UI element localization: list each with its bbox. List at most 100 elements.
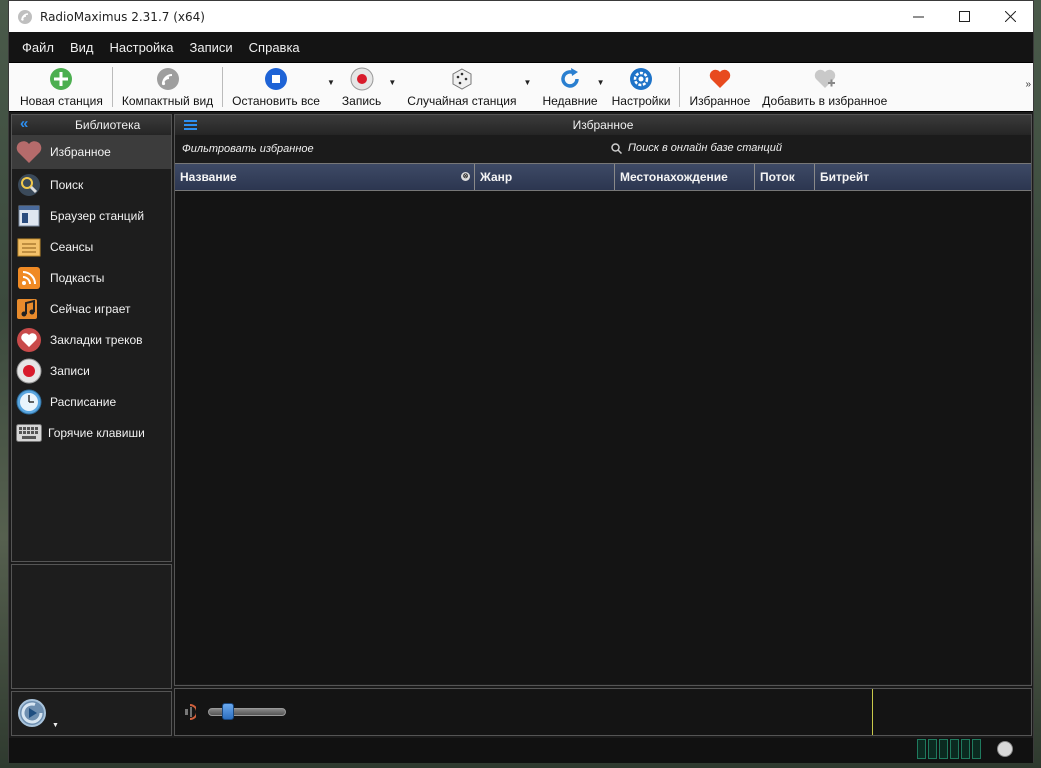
heart-add-icon <box>814 69 835 88</box>
sort-indicator-icon[interactable]: ⊗ <box>461 172 470 181</box>
column-location[interactable]: Местонахождение <box>615 164 755 190</box>
column-name[interactable]: Название ⊗ <box>175 164 475 190</box>
collapse-sidebar-button[interactable]: « <box>20 115 28 132</box>
sidebar-item-label: Поиск <box>50 177 84 192</box>
vu-meter <box>917 739 983 759</box>
column-bitrate[interactable]: Битрейт <box>815 164 1031 190</box>
toolbar: Новая станция Компактный вид Остановить … <box>9 62 1033 112</box>
play-icon <box>18 699 46 727</box>
column-header-label: Местонахождение <box>620 170 728 184</box>
sidebar-item-label: Расписание <box>50 394 117 409</box>
sidebar-item-track-bookmarks[interactable]: Закладки треков <box>12 324 171 355</box>
compact-view-label: Компактный вид <box>121 94 214 108</box>
stop-icon <box>265 68 288 90</box>
settings-button[interactable]: Настройки <box>606 63 677 111</box>
vu-meter-segment <box>917 739 926 759</box>
sidebar-item-records[interactable]: Записи <box>12 355 171 386</box>
library-sidebar: « Библиотека Избранное Поиск Браузер ста… <box>11 114 172 562</box>
menu-settings[interactable]: Настройка <box>102 40 182 55</box>
stop-all-button[interactable]: Остановить все <box>226 63 326 111</box>
random-station-dropdown[interactable]: ▼ <box>522 63 532 111</box>
sidebar-title: Библиотека <box>75 118 141 132</box>
keyboard-icon <box>16 423 42 442</box>
main-area: « Библиотека Избранное Поиск Браузер ста… <box>9 114 1033 763</box>
volume-slider-track[interactable] <box>208 708 286 716</box>
stop-all-dropdown[interactable]: ▼ <box>326 63 336 111</box>
search-online-input[interactable]: Поиск в онлайн базе станций <box>611 142 782 154</box>
filter-favorites-input[interactable]: Фильтровать избранное <box>182 143 314 155</box>
toolbar-divider <box>679 67 681 107</box>
chevron-down-icon: ▼ <box>523 77 532 87</box>
volume-icon[interactable] <box>184 704 196 720</box>
maximize-icon <box>958 11 970 22</box>
status-clock-icon[interactable] <box>997 741 1013 757</box>
volume-slider-handle[interactable] <box>222 703 234 720</box>
compact-view-button[interactable]: Компактный вид <box>116 63 219 111</box>
add-to-favorites-label: Добавить в избранное <box>762 94 888 108</box>
close-icon <box>1004 11 1016 22</box>
column-header-label: Название <box>180 170 237 184</box>
record-button[interactable]: Запись <box>336 63 387 111</box>
sidebar-item-station-browser[interactable]: Браузер станций <box>12 200 171 231</box>
toolbar-overflow-button[interactable]: » <box>1025 79 1031 90</box>
sidebar-item-label: Избранное <box>50 145 111 159</box>
menu-records[interactable]: Записи <box>182 40 241 55</box>
search-online-label: Поиск в онлайн базе станций <box>628 142 782 154</box>
record-dropdown[interactable]: ▼ <box>387 63 397 111</box>
hamburger-menu-icon[interactable] <box>184 120 197 132</box>
record-label: Запись <box>341 94 382 108</box>
minimize-button[interactable] <box>895 1 941 32</box>
column-header-label: Поток <box>760 170 795 184</box>
favorites-label: Избранное <box>689 94 751 108</box>
sidebar-item-hotkeys[interactable]: Горячие клавиши <box>12 417 171 448</box>
sessions-icon <box>17 238 41 256</box>
maximize-button[interactable] <box>941 1 987 32</box>
heart-icon <box>16 141 42 163</box>
column-genre[interactable]: Жанр <box>475 164 615 190</box>
sidebar-item-label: Сейчас играет <box>50 301 131 316</box>
sidebar-item-schedule[interactable]: Расписание <box>12 386 171 417</box>
sidebar-item-label: Закладки треков <box>50 332 143 347</box>
add-to-favorites-button[interactable]: Добавить в избранное <box>756 63 893 111</box>
visualizer-divider <box>872 689 873 735</box>
recent-button[interactable]: Недавние <box>536 63 603 111</box>
app-logo-icon <box>18 9 32 24</box>
bookmark-heart-icon <box>17 327 41 352</box>
radio-wave-icon <box>156 68 179 90</box>
new-station-button[interactable]: Новая станция <box>14 63 109 111</box>
chevron-down-icon: ▼ <box>388 77 397 87</box>
magnifier-icon <box>18 173 40 196</box>
gear-icon <box>630 68 653 90</box>
favorites-table-body[interactable] <box>175 191 1031 684</box>
vu-meter-segment <box>950 739 959 759</box>
menu-view[interactable]: Вид <box>62 40 102 55</box>
close-button[interactable] <box>987 1 1033 32</box>
dice-icon <box>452 68 472 90</box>
favorites-button[interactable]: Избранное <box>683 63 756 111</box>
sidebar-item-sessions[interactable]: Сеансы <box>12 231 171 262</box>
toolbar-divider <box>111 67 113 107</box>
chevron-down-icon: ▼ <box>52 722 59 729</box>
menu-file[interactable]: Файл <box>14 40 62 55</box>
sidebar-item-favorites[interactable]: Избранное <box>12 135 171 169</box>
page-title: Избранное <box>572 118 634 132</box>
vu-meter-segment <box>939 739 948 759</box>
menu-help[interactable]: Справка <box>241 40 308 55</box>
sidebar-item-search[interactable]: Поиск <box>12 169 171 200</box>
play-options-dropdown[interactable]: ▼ <box>52 722 59 729</box>
search-icon <box>611 142 622 154</box>
sidebar-item-label: Горячие клавиши <box>48 425 145 440</box>
vu-meter-segment <box>961 739 970 759</box>
play-button[interactable] <box>17 698 47 733</box>
column-stream[interactable]: Поток <box>755 164 815 190</box>
toolbar-divider <box>222 67 224 107</box>
sidebar-item-label: Записи <box>50 363 90 378</box>
window-title: RadioMaximus 2.31.7 (x64) <box>40 9 205 24</box>
sidebar-item-now-playing[interactable]: Сейчас играет <box>12 293 171 324</box>
random-station-button[interactable]: Случайная станция <box>401 63 522 111</box>
sidebar-item-podcasts[interactable]: Подкасты <box>12 262 171 293</box>
plus-circle-icon <box>50 68 73 90</box>
table-header: Название ⊗ Жанр Местонахождение Поток Би… <box>175 163 1031 191</box>
clock-icon <box>16 389 42 414</box>
sidebar-header: « Библиотека <box>12 115 171 135</box>
